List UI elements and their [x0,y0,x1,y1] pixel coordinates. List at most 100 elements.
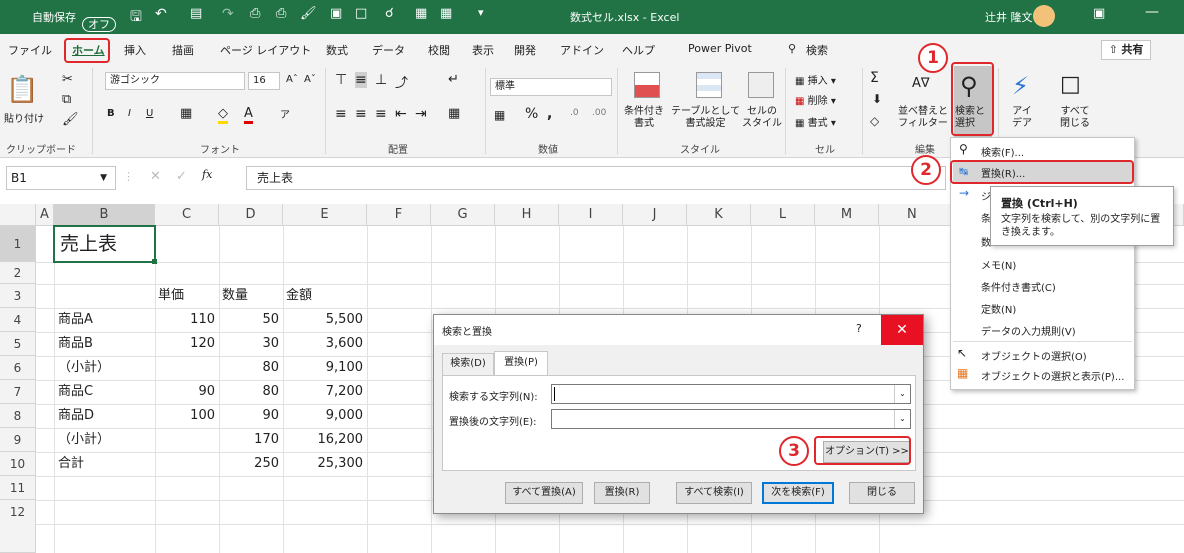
amount-cell[interactable]: 9,000 [283,405,363,427]
price-cell[interactable]: 120 [155,333,215,355]
header-cell[interactable]: 数量 [222,285,248,307]
table-format-icon[interactable] [696,72,722,98]
ideas-icon[interactable]: ⚡ [1012,72,1029,100]
menu-item-conditional-format[interactable]: 条件付き書式(C) [981,279,1056,294]
tab-page-layout[interactable]: ページ レイアウト [220,42,311,58]
tab-find[interactable]: 検索(D) [442,353,494,375]
table-icon[interactable]: ▦ [415,6,427,21]
minimize-icon[interactable]: — [1145,4,1159,20]
column-header[interactable]: I [559,204,623,226]
number-format-select[interactable]: 標準 [490,78,612,96]
item-cell[interactable]: 商品B [58,333,93,355]
print-icon[interactable]: ⎙ [276,6,286,21]
align-left-icon[interactable]: ≡ [335,106,347,122]
align-bottom-icon[interactable]: ⊥ [375,72,387,88]
font-color-icon[interactable]: A [244,106,253,124]
table-format-button[interactable]: テーブルとして 書式設定 [671,106,740,130]
amount-cell[interactable]: 25,300 [283,453,364,475]
row-header[interactable]: 3 [0,284,36,308]
menu-item-constants[interactable]: 定数(N) [981,301,1016,316]
italic-icon[interactable]: I [128,108,131,119]
paste-button[interactable]: 貼り付け [4,110,44,125]
row-header[interactable]: 9 [0,428,36,452]
align-top-icon[interactable]: ⊤ [335,72,347,88]
cell-style-icon[interactable] [748,72,774,98]
row-header[interactable]: 2 [0,262,36,284]
bold-icon[interactable]: B [107,108,115,119]
format-cells-button[interactable]: ▦ 書式 ▾ [795,114,836,129]
replace-input[interactable]: ⌄ [551,409,911,429]
tab-data[interactable]: データ [372,42,405,58]
cut-icon[interactable]: ✂ [62,72,73,87]
indent-decrease-icon[interactable]: ⇤ [395,106,407,122]
item-cell[interactable]: （小計） [58,357,110,379]
percent-icon[interactable]: % [525,106,538,122]
format-painter-icon[interactable]: 🖌 [300,6,317,21]
fill-color-icon[interactable]: ◇ [218,106,228,124]
screenshot-icon[interactable]: □ [355,6,367,21]
cancel-icon[interactable]: ✕ [150,169,161,184]
borders-icon[interactable]: ▦ [180,106,192,121]
qty-cell[interactable]: 80 [219,357,279,379]
font-shrink-icon[interactable]: Aˇ [304,74,316,85]
tab-view[interactable]: 表示 [472,42,494,58]
tab-help[interactable]: ヘルプ [622,42,655,58]
row-header[interactable]: 1 [0,226,36,262]
menu-item-notes[interactable]: メモ(N) [981,257,1016,272]
enter-icon[interactable]: ✓ [176,169,187,184]
column-header[interactable]: M [815,204,879,226]
undo-icon[interactable]: ↶ [155,6,167,22]
save-icon[interactable]: 🖫 [130,6,142,30]
price-cell[interactable]: 90 [155,381,215,403]
delete-cells-button[interactable]: ▦ 削除 ▾ [795,92,836,107]
close-all-icon[interactable]: □ [1060,72,1081,97]
menu-item-select-objects[interactable]: オブジェクトの選択(O) [981,348,1087,363]
avatar[interactable] [1033,5,1055,27]
align-center-icon[interactable]: ≡ [355,106,367,122]
tab-formulas[interactable]: 数式 [326,42,348,58]
redo-icon[interactable]: ↷ [222,6,234,22]
item-cell[interactable]: 商品D [58,405,94,427]
column-header[interactable]: J [623,204,687,226]
qty-cell[interactable]: 250 [219,453,279,475]
cell-style-button[interactable]: セルの スタイル [742,106,782,130]
column-header[interactable]: L [751,204,815,226]
conditional-format-icon[interactable] [634,72,660,98]
decrease-decimal-icon[interactable]: .00 [592,108,606,118]
amount-cell[interactable]: 16,200 [283,429,364,451]
sheet-title-cell[interactable]: 売上表 [60,233,117,255]
replace-dropdown-icon[interactable]: ⌄ [894,410,910,428]
dialog-close-icon[interactable]: ✕ [881,315,923,345]
column-header[interactable]: C [155,204,219,226]
column-header[interactable]: H [495,204,559,226]
header-cell[interactable]: 金額 [286,285,312,307]
amount-cell[interactable]: 9,100 [283,357,363,379]
indent-increase-icon[interactable]: ⇥ [415,106,427,122]
fill-handle[interactable] [152,259,157,264]
name-box-dropdown-icon[interactable]: ▼ [100,167,107,189]
sort-filter-button[interactable]: 並べ替えと フィルター [898,106,948,130]
copy-icon[interactable]: ⧉ [62,92,71,107]
align-middle-icon[interactable]: ≡ [355,72,367,88]
select-all-corner[interactable] [0,204,36,226]
wrap-text-icon[interactable]: ↵ [448,72,459,87]
row-header[interactable]: 6 [0,356,36,380]
item-cell[interactable]: （小計） [58,429,110,451]
link-icon[interactable]: ☌ [385,6,394,21]
fill-icon[interactable]: ⬇ [872,92,882,106]
row-header[interactable]: 11 [0,476,36,500]
phonetic-icon[interactable]: ア [280,106,290,121]
ribbon-display-icon[interactable]: ▣ [1093,6,1105,21]
amount-cell[interactable]: 5,500 [283,309,363,331]
font-grow-icon[interactable]: Aˆ [286,74,298,85]
column-header[interactable]: B [54,204,155,226]
name-box[interactable]: B1 ▼ [6,166,116,190]
camera-icon[interactable]: ▣ [330,6,342,21]
amount-cell[interactable]: 3,600 [283,333,363,355]
format-painter-icon[interactable]: 🖌 [62,112,79,127]
item-cell[interactable]: 商品A [58,309,93,331]
paste-icon[interactable]: 📋 [6,74,38,106]
row-header[interactable]: 5 [0,332,36,356]
comma-icon[interactable]: , [547,106,552,122]
column-header[interactable]: A [36,204,54,226]
